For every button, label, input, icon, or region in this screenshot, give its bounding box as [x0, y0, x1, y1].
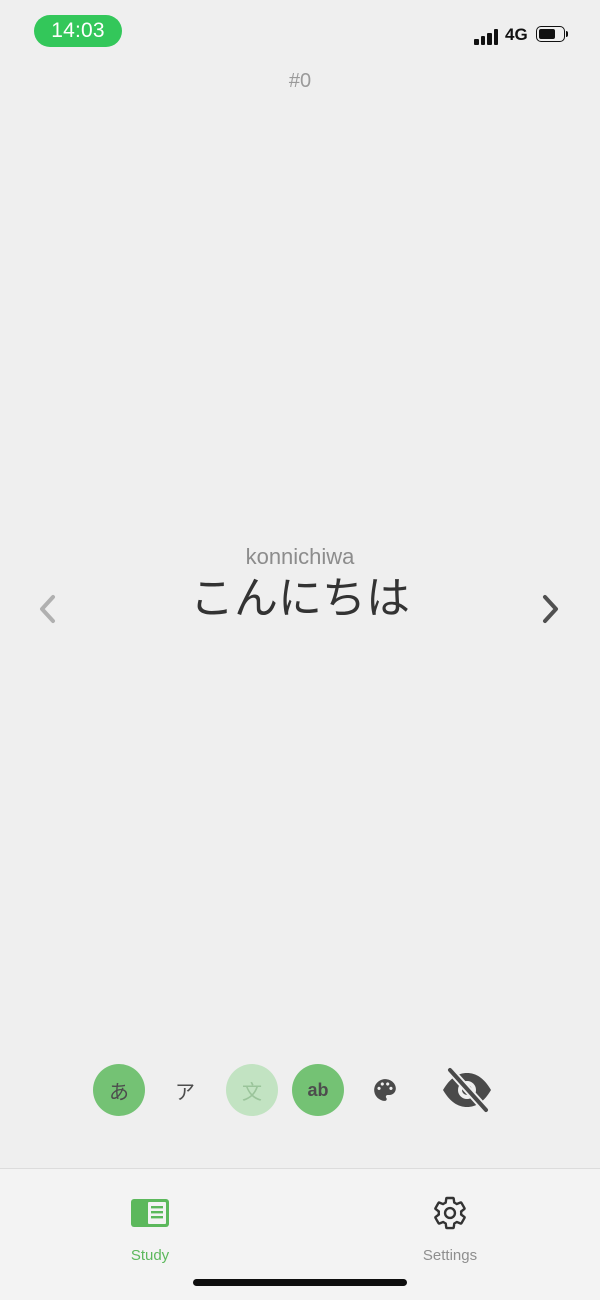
- tab-settings[interactable]: Settings: [390, 1193, 510, 1264]
- status-time: 14:03: [34, 15, 122, 47]
- kanji-label: 文: [242, 1081, 262, 1104]
- romaji-text: konnichiwa: [245, 544, 355, 569]
- signal-icon: [474, 27, 500, 45]
- hide-answer-button[interactable]: [439, 1064, 495, 1116]
- display-options-toolbar: あ ア 文 ab: [0, 1064, 600, 1118]
- eye-off-icon: [443, 1067, 491, 1113]
- katakana-toggle[interactable]: ア: [159, 1064, 211, 1116]
- next-card-button[interactable]: [538, 592, 564, 626]
- hiragana-toggle[interactable]: あ: [93, 1064, 145, 1116]
- kana-text: こんにちは: [190, 573, 410, 624]
- status-bar: 14:03 4G: [0, 0, 600, 62]
- tab-settings-label: Settings: [422, 1247, 478, 1264]
- theme-button[interactable]: [359, 1064, 411, 1116]
- flashcard: konnichiwa こんにちは: [0, 543, 600, 627]
- home-indicator[interactable]: [193, 1279, 407, 1286]
- kanji-toggle[interactable]: 文: [226, 1064, 278, 1116]
- previous-card-button[interactable]: [34, 592, 60, 626]
- romaji-toggle[interactable]: ab: [292, 1064, 344, 1116]
- tab-study[interactable]: Study: [90, 1193, 210, 1264]
- katakana-label: ア: [175, 1081, 195, 1104]
- palette-icon: [374, 1079, 396, 1101]
- card-index: #0: [288, 70, 312, 92]
- tab-study-label: Study: [130, 1247, 170, 1264]
- gear-icon: [434, 1196, 466, 1230]
- network-type: 4G: [505, 25, 528, 44]
- chevron-left-icon: [40, 595, 55, 623]
- chevron-right-icon: [543, 595, 558, 623]
- romaji-label: ab: [307, 1079, 329, 1100]
- hiragana-label: あ: [109, 1081, 129, 1104]
- book-icon: [131, 1199, 169, 1227]
- battery-icon: [536, 26, 569, 44]
